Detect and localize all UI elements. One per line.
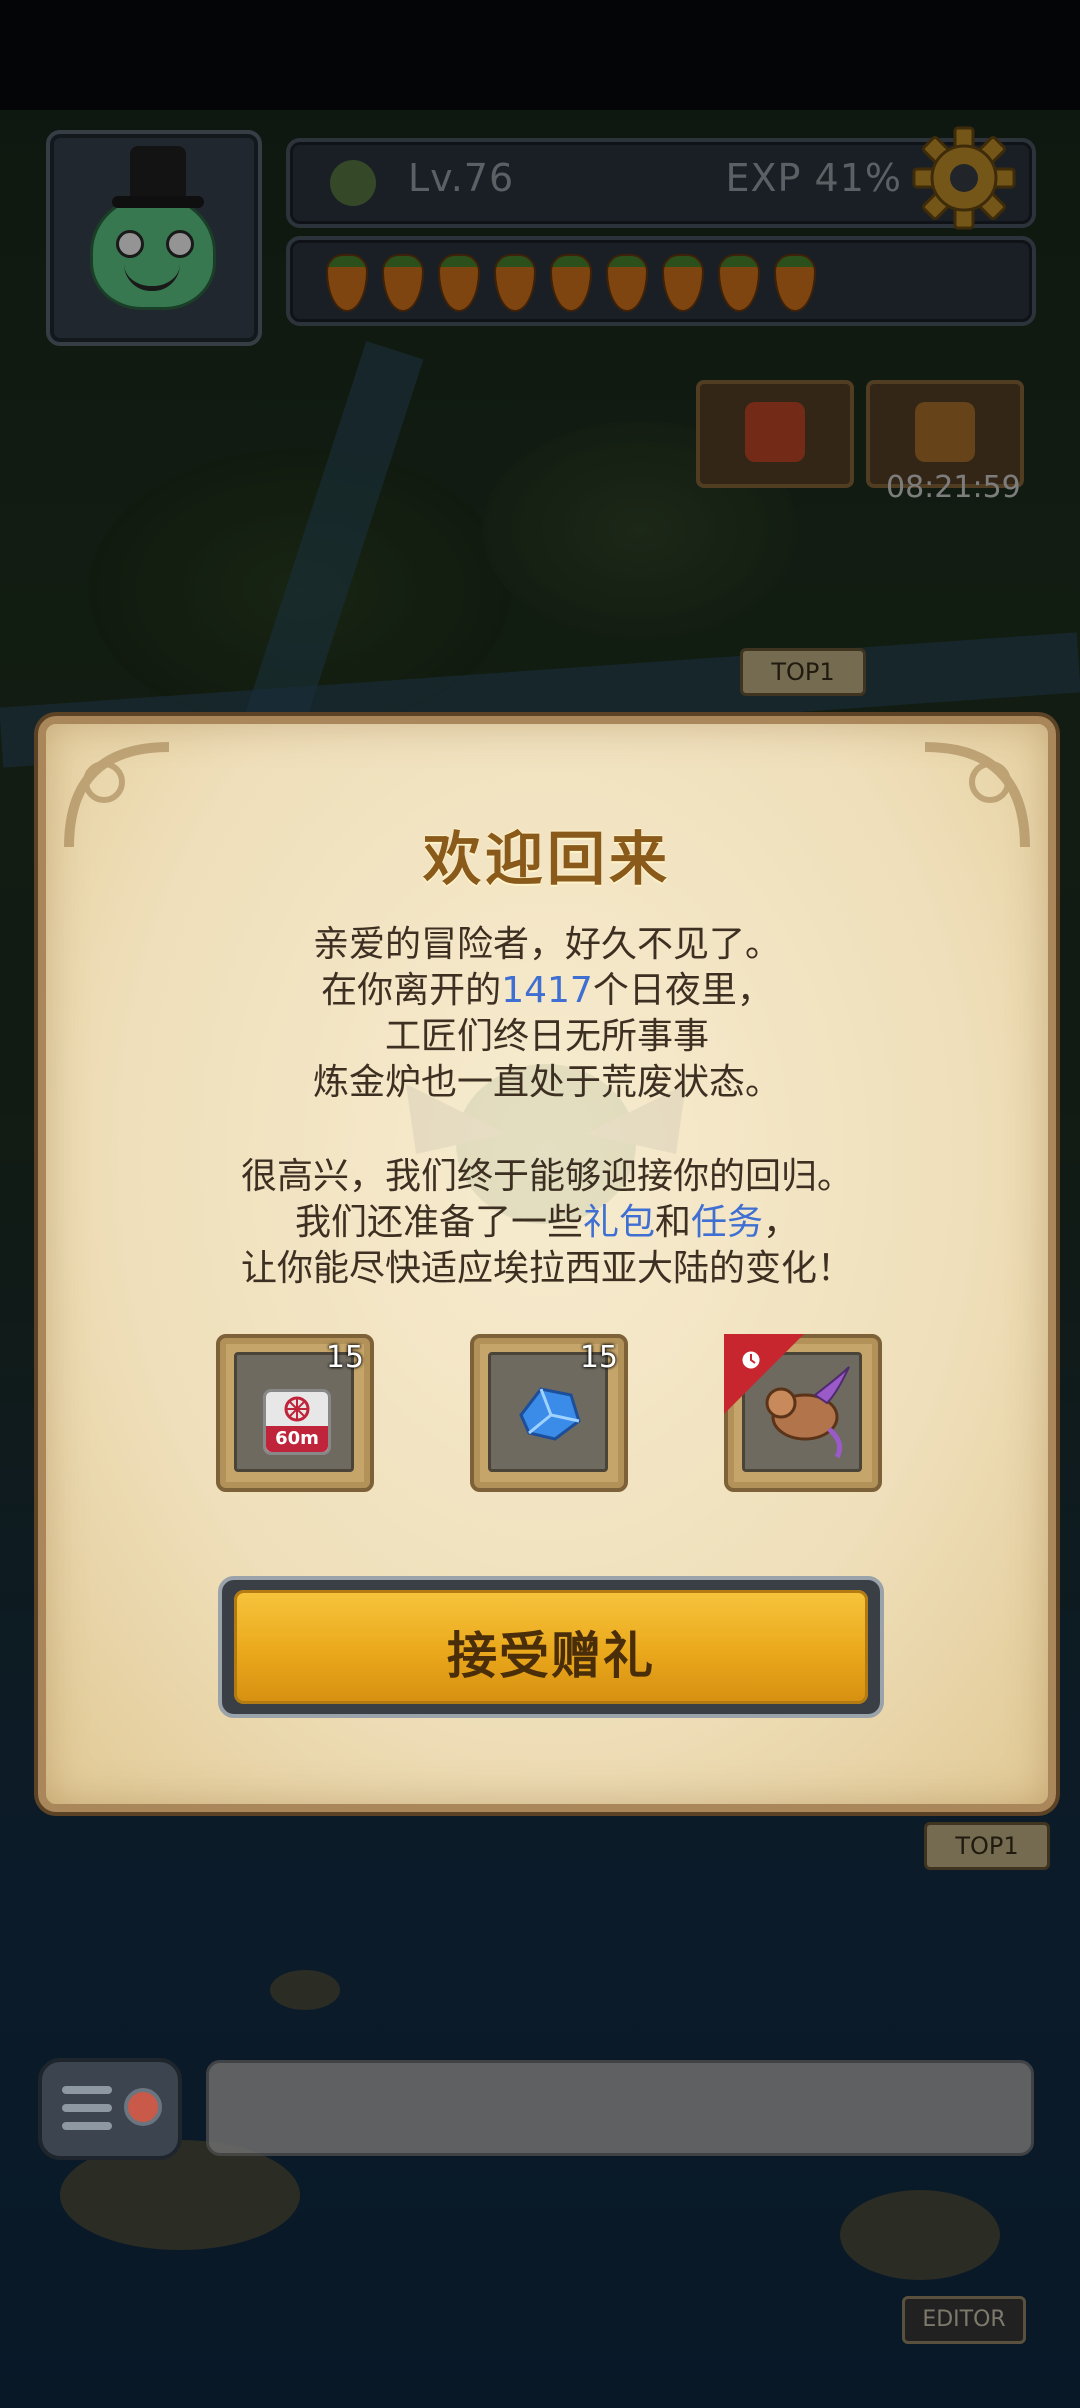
menu-line	[62, 2122, 112, 2130]
game-screen: Lv.76 EXP 41% 08:21:59 TOP1 TOP1 EDITOR …	[0, 0, 1080, 2408]
message-line: 炼金炉也一直处于荒废状态。	[312, 1062, 781, 1103]
accept-gift-label: 接受赠礼	[447, 1627, 655, 1685]
reward-quantity: 15	[325, 1340, 364, 1375]
speedup-60m-icon: 60m	[263, 1389, 331, 1455]
message-line: 我们还准备了一些礼包和任务，	[46, 1200, 1048, 1246]
message-line: 亲爱的冒险者，好久不见了。	[312, 924, 781, 965]
message-text: 在你离开的	[321, 970, 502, 1011]
days-count: 1417	[501, 970, 593, 1011]
reward-item-crystal[interactable]: 15	[470, 1334, 628, 1492]
speedup-label: 60m	[266, 1426, 328, 1452]
reward-quantity: 15	[579, 1340, 618, 1375]
speedup-dial-icon	[284, 1396, 310, 1422]
message-text: 个日夜里，	[592, 970, 773, 1011]
alarm-clock-icon	[739, 1348, 763, 1372]
chat-menu-button[interactable]	[38, 2058, 182, 2160]
message-line: 让你能尽快适应埃拉西亚大陆的变化！	[240, 1248, 853, 1289]
message-text: ，	[763, 1202, 800, 1243]
chat-box[interactable]	[206, 2060, 1034, 2156]
menu-line	[62, 2104, 112, 2112]
dialog-message: 亲爱的冒险者，好久不见了。 在你离开的1417个日夜里， 工匠们终日无所事事 炼…	[46, 922, 1048, 1292]
welcome-back-dialog: 欢迎回来 亲爱的冒险者，好久不见了。 在你离开的1417个日夜里， 工匠们终日无…	[38, 716, 1056, 1812]
message-text: 我们还准备了一些	[294, 1202, 583, 1243]
message-text: 和	[654, 1202, 691, 1243]
accept-gift-button-frame: 接受赠礼	[218, 1576, 884, 1718]
reward-item-pet[interactable]	[724, 1334, 882, 1492]
accept-gift-button[interactable]: 接受赠礼	[234, 1590, 868, 1704]
message-line: 工匠们终日无所事事	[384, 1016, 709, 1057]
message-line: 很高兴，我们终于能够迎接你的回归。	[240, 1156, 853, 1197]
menu-line	[62, 2086, 112, 2094]
chat-notify-icon	[124, 2088, 162, 2126]
dialog-title: 欢迎回来	[422, 825, 671, 893]
quest-link[interactable]: 任务	[691, 1202, 763, 1243]
reward-item-speedup[interactable]: 60m 15	[216, 1334, 374, 1492]
gift-pack-link[interactable]: 礼包	[583, 1202, 655, 1243]
message-line: 在你离开的1417个日夜里，	[46, 968, 1048, 1014]
